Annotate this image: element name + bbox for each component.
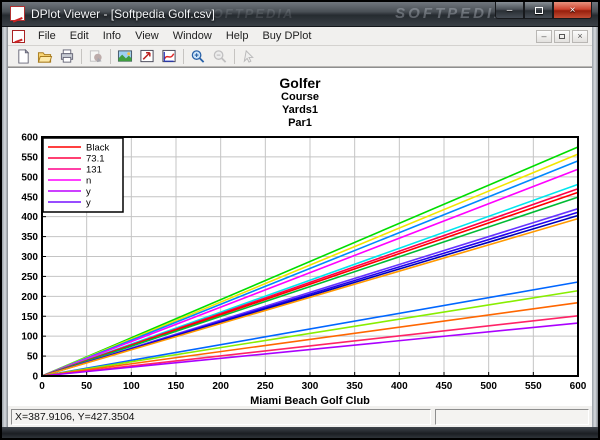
mdi-minimize-button[interactable]: – <box>536 29 552 43</box>
document-icon[interactable] <box>12 29 25 43</box>
mdi-restore-icon <box>559 33 565 39</box>
status-panel-secondary <box>434 408 590 425</box>
x-tick-label: 200 <box>212 381 229 392</box>
image-icon <box>117 49 133 62</box>
zoom-in-icon <box>191 49 205 63</box>
menu-edit[interactable]: Edit <box>63 28 96 44</box>
dplot-app-icon <box>10 6 25 21</box>
window-frame-right <box>592 27 598 427</box>
y-tick-label: 250 <box>21 272 38 283</box>
chart-title: Golfer <box>279 75 321 91</box>
x-tick-label: 500 <box>480 381 497 392</box>
minimize-button[interactable]: – <box>495 2 524 19</box>
pointer-icon <box>243 49 254 63</box>
y-tick-label: 50 <box>27 352 39 363</box>
y-tick-label: 600 <box>21 133 38 144</box>
zoom-out-icon <box>213 49 227 63</box>
legend-label: y <box>86 198 91 209</box>
toolbar-separator <box>81 48 82 64</box>
menu-file[interactable]: File <box>31 28 63 44</box>
title-bar[interactable]: SOFTPEDIA SOFTPEDIA DPlot Viewer - [Soft… <box>2 2 598 27</box>
menu-help[interactable]: Help <box>219 28 256 44</box>
toolbar-separator <box>234 48 235 64</box>
chart-subtitle-3: Par1 <box>288 117 312 129</box>
legend-label: y <box>86 187 91 198</box>
toolbar <box>8 46 592 67</box>
x-tick-label: 100 <box>123 381 140 392</box>
legend-label: n <box>86 176 91 187</box>
legend-label: 131 <box>86 165 102 176</box>
print-button[interactable] <box>56 47 78 66</box>
open-file-icon <box>37 51 53 63</box>
print-icon <box>60 48 74 63</box>
chart-subtitle-1: Course <box>281 91 319 103</box>
chart-client-area: Golfer Course Yards1 Par1 0 50 100 150 200 25… <box>8 67 592 407</box>
menu-info[interactable]: Info <box>96 28 128 44</box>
copy-image-button <box>85 47 107 66</box>
zoom-in-button[interactable] <box>187 47 209 66</box>
menu-window[interactable]: Window <box>166 28 219 44</box>
plot-area[interactable]: 0 50 100 150 200 250 300 350 400 450 500 550 600 0 50 1… <box>8 132 592 412</box>
y-tick-label: 150 <box>21 312 38 323</box>
plot-settings-icon <box>162 49 176 62</box>
y-tick-label: 350 <box>21 232 38 243</box>
maximize-button[interactable] <box>524 2 553 19</box>
y-tick-label: 400 <box>21 212 38 223</box>
chart-subtitle-2: Yards1 <box>281 104 319 116</box>
menu-view[interactable]: View <box>128 28 166 44</box>
legend-box[interactable] <box>42 137 124 213</box>
new-file-button[interactable] <box>12 47 34 66</box>
zoom-extents-button[interactable] <box>136 47 158 66</box>
x-tick-label: 250 <box>257 381 274 392</box>
y-tick-label: 0 <box>32 372 38 383</box>
toolbar-separator <box>110 48 111 64</box>
image-export-button[interactable] <box>114 47 136 66</box>
mdi-close-button[interactable]: × <box>572 29 588 43</box>
y-tick-label: 450 <box>21 192 38 203</box>
x-tick-label: 600 <box>570 381 587 392</box>
maximize-icon <box>534 6 543 14</box>
open-file-button[interactable] <box>34 47 56 66</box>
x-tick-label: 300 <box>302 381 319 392</box>
pointer-mode-button <box>238 47 260 66</box>
y-tick-label: 300 <box>21 252 38 263</box>
x-tick-label: 0 <box>39 381 45 392</box>
x-tick-label: 550 <box>525 381 542 392</box>
status-bar: X=387.9106, Y=427.3504 <box>8 406 592 427</box>
toolbar-separator <box>183 48 184 64</box>
window-frame-bottom <box>2 427 598 438</box>
plot-wrap: 0 50 100 150 200 250 300 350 400 450 500 550 600 0 50 1… <box>8 132 592 417</box>
menu-buy-dplot[interactable]: Buy DPlot <box>255 28 318 44</box>
x-tick-label: 50 <box>81 381 93 392</box>
zoom-extents-icon <box>140 49 154 62</box>
x-tick-label: 400 <box>391 381 408 392</box>
legend-label: 73.1 <box>86 154 105 165</box>
x-tick-label: 350 <box>346 381 363 392</box>
menu-bar: File Edit Info View Window Help Buy DPlo… <box>8 27 592 46</box>
new-file-icon <box>17 48 29 64</box>
x-tick-label: 450 <box>436 381 453 392</box>
close-button[interactable]: × <box>553 2 592 19</box>
coordinate-readout: X=387.9106, Y=427.3504 <box>11 408 431 425</box>
zoom-out-button <box>209 47 231 66</box>
y-tick-label: 200 <box>21 292 38 303</box>
copy-image-icon <box>89 49 102 62</box>
y-tick-label: 550 <box>21 152 38 163</box>
mdi-restore-button[interactable] <box>554 29 570 43</box>
plot-settings-button[interactable] <box>158 47 180 66</box>
dplot-viewer-window: SOFTPEDIA SOFTPEDIA DPlot Viewer - [Soft… <box>2 2 598 438</box>
window-title: DPlot Viewer - [Softpedia Golf.csv] <box>31 6 215 21</box>
legend-label: Black <box>86 143 109 154</box>
x-tick-label: 150 <box>168 381 185 392</box>
y-tick-label: 500 <box>21 172 38 183</box>
chart-titles: Golfer Course Yards1 Par1 <box>8 68 592 130</box>
y-tick-label: 100 <box>21 332 38 343</box>
softpedia-watermark-faint: SOFTPEDIA <box>202 6 295 21</box>
softpedia-watermark: SOFTPEDIA <box>395 5 508 22</box>
